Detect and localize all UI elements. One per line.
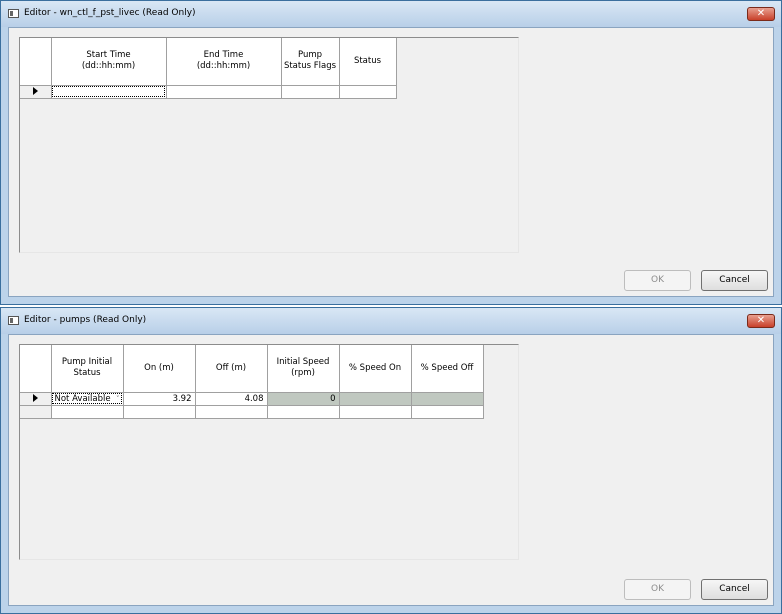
window-icon	[8, 9, 19, 18]
table-row[interactable]: Not Available ˅ 3.92 4.08 0	[20, 392, 484, 406]
column-header-pump-status-flags[interactable]: Pump Status Flags	[281, 38, 340, 86]
column-header-label: End Time (dd::hh:mm)	[196, 50, 251, 72]
cell-initial-speed[interactable]	[267, 405, 340, 419]
column-header-end-time[interactable]: End Time (dd::hh:mm)	[166, 38, 282, 86]
pump-initial-status-dropdown[interactable]: Not Available ˅	[51, 392, 124, 406]
ok-button[interactable]: OK	[624, 579, 691, 600]
editor-window-pumps: Editor - pumps (Read Only) ✕ Pump Initia…	[0, 307, 782, 614]
cell-off[interactable]	[195, 405, 268, 419]
cell-off[interactable]: 4.08	[195, 392, 268, 406]
cell-speed-off[interactable]	[411, 392, 484, 406]
column-header-speed-off[interactable]: % Speed Off	[411, 345, 484, 393]
window-title: Editor - pumps (Read Only)	[24, 315, 147, 325]
window-client-area: Pump Initial Status On (m) Off (m) Initi…	[8, 334, 774, 606]
current-row-arrow-icon	[32, 87, 38, 95]
cancel-button[interactable]: Cancel	[701, 579, 768, 600]
column-header-label: % Speed Off	[420, 362, 474, 373]
chevron-down-icon[interactable]: ˅	[116, 393, 120, 405]
row-selector[interactable]	[20, 392, 52, 406]
cell-on[interactable]: 3.92	[123, 392, 196, 406]
column-header-label: Initial Speed (rpm)	[276, 357, 330, 379]
table-row[interactable]	[20, 405, 484, 419]
close-button[interactable]: ✕	[747, 7, 775, 21]
cell-on[interactable]	[123, 405, 196, 419]
cell-pump-status-flags[interactable]	[281, 85, 340, 99]
cell-speed-off[interactable]	[411, 405, 484, 419]
column-header-label: Start Time (dd::hh:mm)	[81, 50, 136, 72]
column-header-label: Status	[353, 55, 382, 66]
column-header-pump-initial-status[interactable]: Pump Initial Status	[51, 345, 124, 393]
window-icon	[8, 316, 19, 325]
column-header-speed-on[interactable]: % Speed On	[339, 345, 412, 393]
table-row[interactable]	[20, 85, 397, 99]
column-header-initial-speed[interactable]: Initial Speed (rpm)	[267, 345, 340, 393]
column-header-label: % Speed On	[348, 362, 402, 373]
cancel-button[interactable]: Cancel	[701, 270, 768, 291]
row-header-corner	[20, 345, 52, 393]
column-header-label: Pump Initial Status	[61, 357, 113, 379]
close-button[interactable]: ✕	[747, 314, 775, 328]
column-header-status[interactable]: Status	[339, 38, 397, 86]
ok-button[interactable]: OK	[624, 270, 691, 291]
title-bar[interactable]: Editor - wn_ctl_f_pst_livec (Read Only) …	[1, 1, 781, 27]
title-bar[interactable]: Editor - pumps (Read Only) ✕	[1, 308, 781, 334]
cell-speed-on[interactable]	[339, 405, 412, 419]
editor-window-control: Editor - wn_ctl_f_pst_livec (Read Only) …	[0, 0, 782, 305]
row-selector[interactable]	[20, 405, 52, 419]
row-selector[interactable]	[20, 85, 52, 99]
window-client-area: Start Time (dd::hh:mm) End Time (dd::hh:…	[8, 27, 774, 297]
cell-speed-on[interactable]	[339, 392, 412, 406]
cell-pump-initial-status[interactable]	[51, 405, 124, 419]
row-header-corner	[20, 38, 52, 86]
cell-status[interactable]	[339, 85, 397, 99]
cell-end-time[interactable]	[166, 85, 282, 99]
window-title: Editor - wn_ctl_f_pst_livec (Read Only)	[24, 8, 196, 18]
cell-initial-speed[interactable]: 0	[267, 392, 340, 406]
column-header-off[interactable]: Off (m)	[195, 345, 268, 393]
column-header-on[interactable]: On (m)	[123, 345, 196, 393]
column-header-label: Pump Status Flags	[283, 50, 337, 72]
dropdown-value: Not Available	[54, 393, 111, 404]
close-icon: ✕	[756, 8, 766, 19]
column-header-label: On (m)	[144, 362, 174, 373]
close-icon: ✕	[756, 315, 766, 326]
current-row-arrow-icon	[32, 394, 38, 402]
column-header-start-time[interactable]: Start Time (dd::hh:mm)	[51, 38, 167, 86]
cell-start-time[interactable]	[51, 85, 167, 99]
data-grid[interactable]: Pump Initial Status On (m) Off (m) Initi…	[19, 344, 519, 560]
data-grid[interactable]: Start Time (dd::hh:mm) End Time (dd::hh:…	[19, 37, 519, 253]
column-header-label: Off (m)	[215, 362, 247, 373]
